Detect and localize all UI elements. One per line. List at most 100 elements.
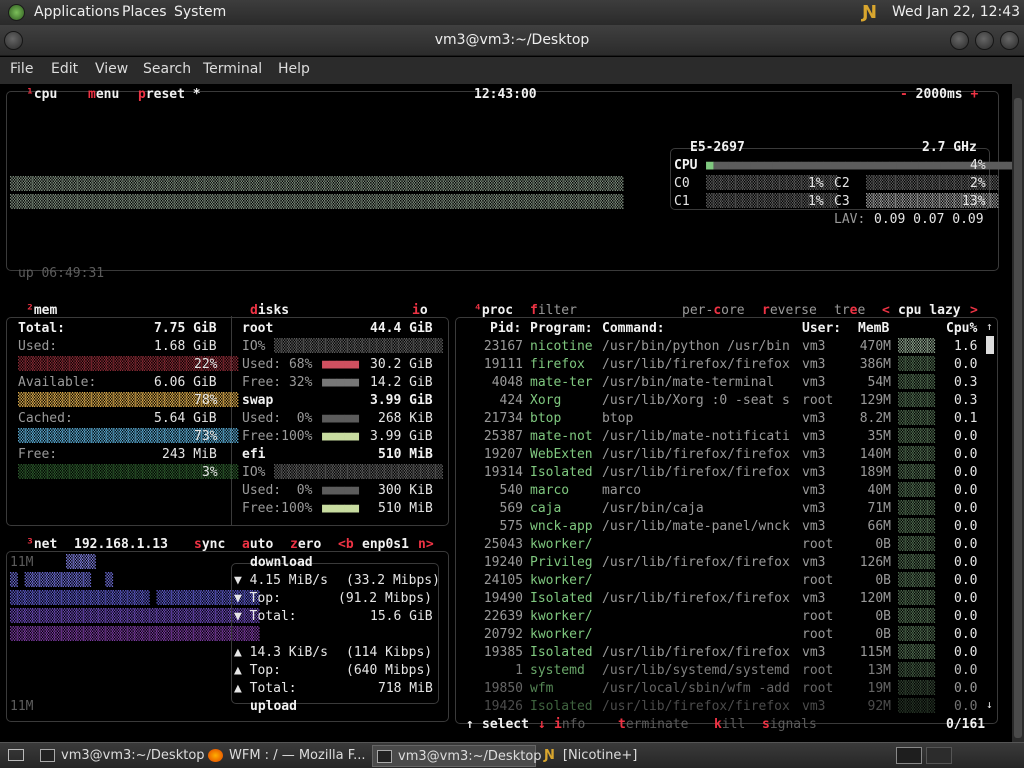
- core-c0-label: C0: [674, 176, 690, 191]
- proc-scrollbar-thumb[interactable]: [986, 336, 994, 354]
- cpu-menu-button[interactable]: menu: [88, 86, 119, 104]
- menu-help[interactable]: Help: [278, 61, 310, 78]
- table-row[interactable]: [478, 662, 978, 680]
- proc-scroll-down-icon[interactable]: ↓: [986, 696, 993, 714]
- table-row[interactable]: [478, 572, 978, 590]
- menu-file[interactable]: File: [10, 61, 33, 78]
- disks-io-toggle[interactable]: io: [412, 302, 428, 320]
- task-terminal-2[interactable]: vm3@vm3:~/Desktop: [372, 745, 542, 767]
- disk-efi-io-label: IO%: [242, 465, 266, 480]
- task-terminal-1[interactable]: vm3@vm3:~/Desktop: [36, 745, 205, 767]
- core-c3-pct: 13%: [962, 194, 986, 209]
- col-memb[interactable]: MemB: [858, 320, 889, 338]
- nicotine-tray-icon[interactable]: Ɲ: [862, 2, 877, 23]
- table-row[interactable]: [478, 536, 978, 554]
- table-row[interactable]: [478, 446, 978, 464]
- terminal-area[interactable]: ¹cpu menu preset * 12:43:00 - 2000ms + ▒…: [0, 84, 1012, 742]
- proc-select-down-icon[interactable]: ↓: [538, 716, 546, 734]
- net-auto-toggle[interactable]: auto: [242, 536, 273, 554]
- table-row[interactable]: [478, 338, 978, 356]
- net-dl-total: 15.6 GiB: [370, 609, 433, 624]
- cpu-box-label[interactable]: cpu: [34, 87, 57, 102]
- net-iface-prev[interactable]: <b: [338, 536, 354, 554]
- net-ul-top: (640 Mibps): [346, 663, 433, 678]
- net-graph-row-5: ▒▒▒▒▒▒▒▒▒▒▒▒▒▒▒▒▒▒▒▒▒▒▒▒▒▒▒▒▒▒▒▒▒▒: [10, 627, 260, 642]
- net-ul-total-row: ▲ Total:: [234, 681, 297, 696]
- table-row[interactable]: [478, 680, 978, 698]
- table-row[interactable]: [478, 464, 978, 482]
- core-c1-label: C1: [674, 194, 690, 209]
- terminal-scrollbar[interactable]: [1012, 84, 1024, 742]
- table-row[interactable]: [478, 482, 978, 500]
- col-cpu[interactable]: Cpu%: [946, 320, 977, 338]
- proc-select[interactable]: select: [482, 716, 529, 734]
- net-iface-next[interactable]: n>: [418, 536, 434, 554]
- menu-search[interactable]: Search: [143, 61, 191, 78]
- proc-signals-button[interactable]: signals: [762, 716, 817, 734]
- task-nicotine[interactable]: Ɲ [Nicotine+]: [540, 745, 704, 767]
- menu-system[interactable]: System: [174, 4, 226, 21]
- terminal-icon: [377, 750, 392, 763]
- disk-root-used-label: Used: 68%: [242, 357, 313, 372]
- disk-efi-used-meter: ■■■■■: [322, 483, 359, 498]
- proc-scroll-up-icon[interactable]: ↑: [986, 318, 993, 336]
- table-row[interactable]: [478, 428, 978, 446]
- proc-terminate-button[interactable]: terminate: [618, 716, 688, 734]
- workspace-2-icon[interactable]: [926, 747, 952, 764]
- col-user[interactable]: User:: [802, 320, 841, 338]
- menu-terminal[interactable]: Terminal: [203, 61, 262, 78]
- col-command[interactable]: Command:: [602, 320, 665, 338]
- minimize-button[interactable]: [950, 31, 969, 50]
- menu-edit[interactable]: Edit: [51, 61, 78, 78]
- proc-per-core-toggle[interactable]: per-core: [682, 302, 745, 320]
- proc-box-label[interactable]: proc: [482, 303, 513, 318]
- proc-reverse-toggle[interactable]: reverse: [762, 302, 817, 320]
- col-program[interactable]: Program:: [530, 320, 593, 338]
- col-pid[interactable]: Pid:: [490, 320, 521, 338]
- proc-sort-next[interactable]: >: [970, 302, 978, 320]
- clock[interactable]: Wed Jan 22, 12:43 PM: [892, 4, 1024, 21]
- cpu-graph-lower: ▒▒▒▒▒▒▒▒▒▒▒▒▒▒▒▒▒▒▒▒▒▒▒▒▒▒▒▒▒▒▒▒▒▒▒▒▒▒▒▒…: [10, 195, 624, 210]
- window-titlebar[interactable]: vm3@vm3:~/Desktop: [0, 25, 1024, 56]
- table-row[interactable]: [478, 590, 978, 608]
- table-row[interactable]: [478, 500, 978, 518]
- table-row[interactable]: [478, 410, 978, 428]
- mem-box-label[interactable]: mem: [34, 303, 57, 318]
- proc-tree-toggle[interactable]: tree: [834, 302, 865, 320]
- disk-swap-free-meter: ■■■■■: [322, 429, 359, 444]
- disk-swap-used-meter: ■■■■■: [322, 411, 359, 426]
- proc-sort-prev[interactable]: <: [882, 302, 890, 320]
- table-row[interactable]: [478, 698, 978, 716]
- table-row[interactable]: [478, 644, 978, 662]
- net-box-label[interactable]: net: [34, 537, 57, 552]
- proc-info-button[interactable]: info: [554, 716, 585, 734]
- menu-places[interactable]: Places: [122, 4, 167, 21]
- cpu-interval[interactable]: - 2000ms +: [900, 86, 978, 104]
- table-row[interactable]: [478, 356, 978, 374]
- menu-view[interactable]: View: [95, 61, 128, 78]
- table-row[interactable]: [478, 608, 978, 626]
- proc-select-up-icon[interactable]: ↑: [466, 716, 474, 734]
- menu-applications[interactable]: Applications: [34, 4, 120, 21]
- maximize-button[interactable]: [975, 31, 994, 50]
- proc-kill-button[interactable]: kill: [714, 716, 745, 734]
- terminal-icon: [40, 749, 55, 762]
- table-row[interactable]: [478, 518, 978, 536]
- terminal-scrollbar-thumb[interactable]: [1014, 98, 1022, 738]
- table-row[interactable]: [478, 554, 978, 572]
- close-button[interactable]: [1000, 31, 1019, 50]
- cpu-box-number: ¹: [26, 87, 34, 102]
- table-row[interactable]: [478, 392, 978, 410]
- show-desktop-icon[interactable]: [8, 749, 24, 761]
- cpu-preset-button[interactable]: preset *: [138, 86, 201, 104]
- disks-box-label[interactable]: disks: [250, 302, 289, 320]
- cpu-model: E5-2697: [690, 140, 745, 155]
- task-firefox[interactable]: WFM : / — Mozilla F...: [204, 745, 368, 767]
- net-sync-toggle[interactable]: sync: [194, 536, 225, 554]
- workspace-1-icon[interactable]: [896, 747, 922, 764]
- table-row[interactable]: [478, 626, 978, 644]
- net-zero-button[interactable]: zero: [290, 536, 321, 554]
- mate-logo-icon[interactable]: [8, 4, 25, 21]
- proc-filter-button[interactable]: filter: [530, 302, 577, 320]
- table-row[interactable]: [478, 374, 978, 392]
